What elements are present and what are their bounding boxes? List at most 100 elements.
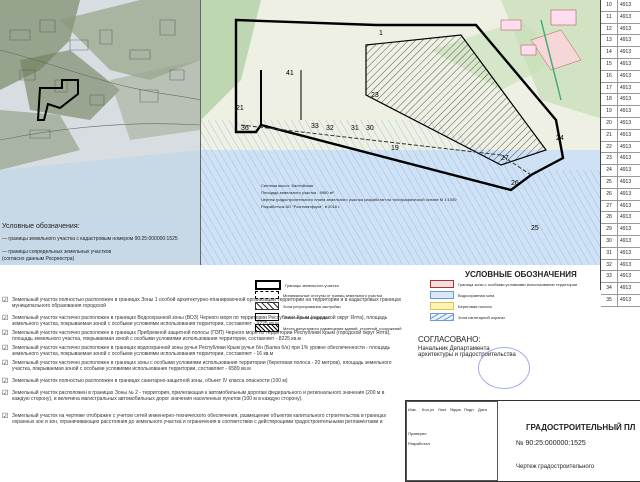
stamp-row-label-5: Подп. — [464, 407, 475, 412]
title-block: Изм. Кол.уч Лист №док. Подп. Дата Провер… — [405, 400, 640, 482]
coord-value: 4913 — [620, 25, 632, 32]
restriction-paragraph: Земельный участок на чертеже отображен с… — [12, 413, 387, 426]
coord-point-number: 20 — [601, 117, 618, 129]
left-situation-map: Условные обозначения: — границы земельно… — [0, 0, 200, 265]
checkbox-icon: ☑ — [2, 330, 9, 337]
coord-row: 16 4913 — [601, 70, 640, 83]
checkbox-icon: ☑ — [2, 297, 9, 304]
svg-text:31: 31 — [351, 125, 359, 132]
checkbox-icon: ☑ — [2, 345, 9, 352]
restriction-paragraph: Земельный участок расположен в границах … — [12, 390, 385, 402]
legend-item: Береговая полоса — [430, 302, 492, 310]
coord-value: 4913 — [620, 155, 632, 162]
coord-value: 4913 — [620, 214, 632, 221]
coord-row: 13 4913 — [601, 35, 640, 48]
restriction-paragraph: Земельный участок полностью расположен в… — [12, 297, 402, 309]
coord-point-number: 29 — [601, 224, 618, 235]
coord-value: 4913 — [620, 108, 632, 115]
svg-text:19: 19 — [391, 145, 399, 152]
coord-point-number: 33 — [601, 271, 618, 283]
coord-point-number: 11 — [601, 11, 618, 23]
left-legend-item-neighbors: — границы сопредельных земельных участко… — [2, 249, 112, 255]
site-plan-drawing: 21 36 33 23 19 32 31 30 27 26 25 24 41 1 — [201, 0, 606, 265]
coord-value: 4913 — [620, 237, 632, 244]
coord-row: 19 4913 — [601, 106, 640, 118]
coord-point-number: 21 — [601, 129, 618, 141]
svg-text:23: 23 — [371, 92, 379, 99]
coord-row: 21 4913 — [601, 129, 640, 142]
coord-row: 25 4913 — [601, 176, 640, 189]
left-legend-title: Условные обозначения: — [2, 223, 80, 230]
legend-label: Водоохранная зона — [458, 292, 495, 298]
coord-value: 4913 — [620, 96, 632, 103]
checkbox-icon: ☑ — [2, 315, 9, 322]
coord-value: 4913 — [620, 131, 632, 138]
coord-point-number: 30 — [601, 235, 618, 247]
coord-row: 35 4913 — [601, 294, 640, 307]
coord-row: 22 4913 — [601, 141, 640, 154]
stamp-sheet-note: Чертеж градостроительного — [516, 464, 595, 470]
coord-point-number: 12 — [601, 23, 618, 35]
main-site-plan: 21 36 33 23 19 32 31 30 27 26 25 24 41 1… — [200, 0, 606, 265]
legend-swatch — [430, 291, 454, 299]
legend-label: Береговая полоса — [458, 303, 492, 309]
stamp-role-checked: Проверил — [408, 431, 427, 436]
plan-area-note: Площадь земельного участка - 9960 м² — [261, 190, 334, 195]
coord-row: 12 4913 — [601, 23, 640, 36]
coord-point-number: 35 — [601, 294, 618, 306]
legend-swatch — [430, 280, 454, 288]
svg-text:25: 25 — [531, 225, 539, 232]
legend-title: УСЛОВНЫЕ ОБОЗНАЧЕНИЯ — [465, 270, 577, 279]
svg-text:33: 33 — [311, 123, 319, 130]
coord-value: 4913 — [620, 190, 632, 197]
legend-label: Зона санитарной охраны — [458, 314, 505, 320]
agreement-title: СОГЛАСОВАНО: — [418, 335, 481, 344]
coord-value: 4913 — [620, 60, 632, 67]
plan-height-system: Система высот: Балтийская — [261, 183, 314, 188]
coord-value: 4913 — [620, 84, 632, 91]
coordinates-table: 10 4913 11 4913 12 4913 13 4913 14 4913 15 4913 16 49… — [600, 0, 640, 307]
coord-row: 10 4913 — [601, 0, 640, 12]
legend-item: Граница зоны с особыми условиями использ… — [430, 280, 577, 288]
svg-text:24: 24 — [556, 135, 564, 142]
plan-drawing-note: Чертеж градостроительного плана земельно… — [261, 197, 457, 202]
checkbox-icon: ☑ — [2, 413, 9, 420]
coord-value: 4913 — [620, 72, 632, 79]
stamp-row-label-6: Дата — [478, 407, 487, 412]
legend-swatch — [430, 313, 454, 321]
restrictions-text: ☑ Земельный участок полностью расположен … — [0, 265, 405, 480]
coord-value: 4913 — [620, 261, 632, 268]
coord-row: 33 4913 — [601, 271, 640, 284]
coord-row: 28 4913 — [601, 212, 640, 225]
legend-item: Водоохранная зона — [430, 291, 494, 299]
coord-point-number: 31 — [601, 247, 618, 259]
coord-point-number: 24 — [601, 165, 618, 176]
coord-point-number: 25 — [601, 176, 618, 188]
coord-value: 4913 — [620, 202, 632, 209]
coord-value: 4913 — [620, 167, 632, 174]
svg-text:32: 32 — [326, 125, 334, 132]
coord-row: 15 4913 — [601, 58, 640, 71]
coord-value: 4913 — [620, 178, 632, 185]
coord-value: 4913 — [620, 226, 632, 233]
coord-point-number: 19 — [601, 106, 618, 117]
coord-point-number: 14 — [601, 47, 618, 58]
coord-row: 18 4913 — [601, 94, 640, 107]
coord-value: 4913 — [620, 13, 632, 20]
coord-value: 4913 — [620, 119, 632, 126]
svg-text:1: 1 — [379, 30, 383, 37]
coord-point-number: 18 — [601, 94, 618, 106]
coord-point-number: 13 — [601, 35, 618, 47]
coord-point-number: 15 — [601, 58, 618, 70]
coord-value: 4913 — [620, 143, 632, 150]
plan-developer-note: Разработчик АО "Росгеоинформ", в 2018 г. — [261, 204, 341, 209]
left-legend-item-parcel: — границы земельного участка с кадастров… — [2, 236, 178, 242]
restriction-paragraph: Земельный участок частично расположен в … — [12, 360, 392, 372]
svg-text:27: 27 — [501, 155, 509, 162]
coord-point-number: 34 — [601, 283, 618, 294]
coord-value: 4913 — [620, 49, 632, 56]
coord-point-number: 16 — [601, 70, 618, 82]
stamp-row-label-1: Изм. — [408, 407, 417, 412]
coord-value: 4913 — [620, 249, 632, 256]
coord-row: 20 4913 — [601, 117, 640, 130]
